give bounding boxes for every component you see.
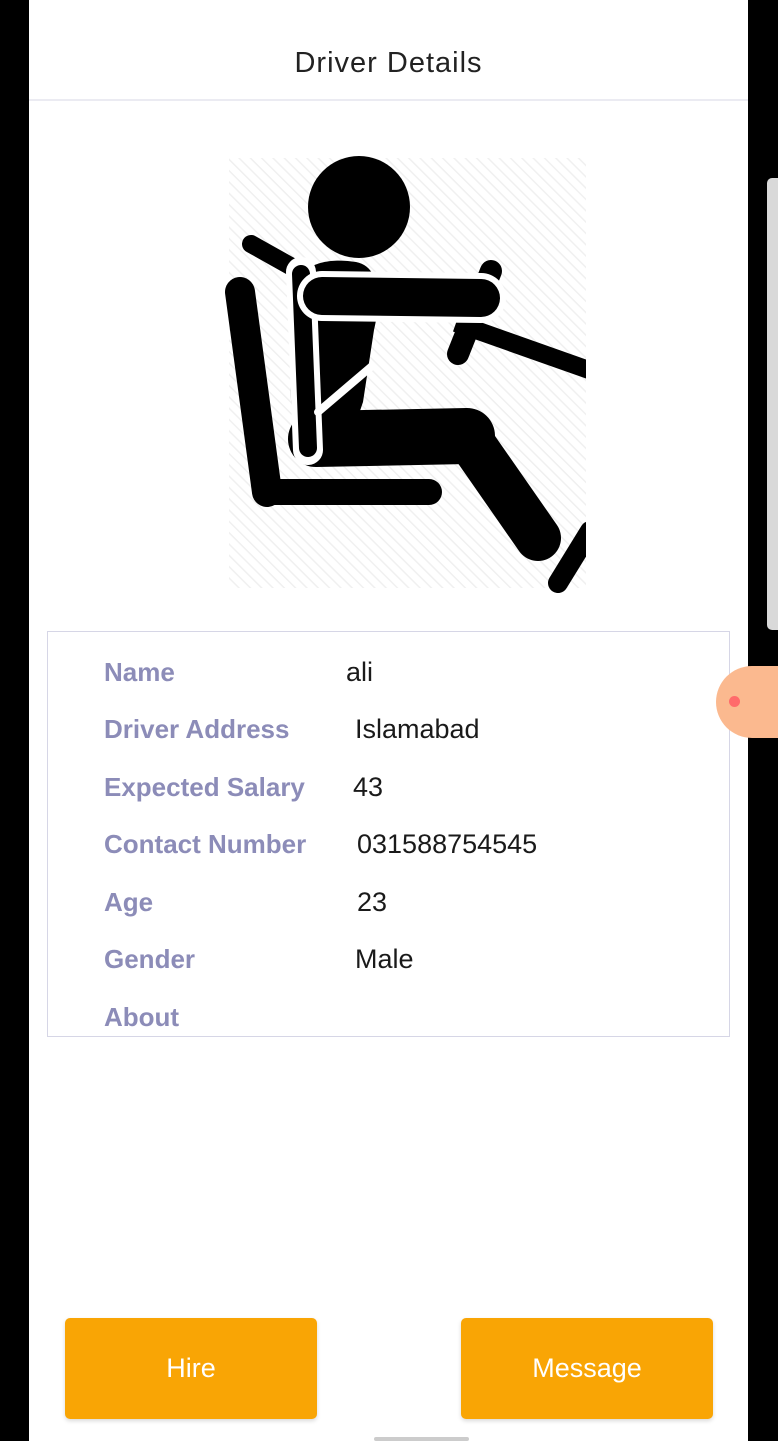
hire-button[interactable]: Hire (65, 1318, 317, 1419)
detail-value: 23 (357, 887, 388, 917)
detail-label: Age (104, 887, 154, 917)
detail-row-driver-address: Driver Address Islamabad (48, 714, 729, 750)
app-header: Driver Details (29, 0, 748, 101)
detail-row-name: Name ali (48, 657, 729, 693)
detail-row-contact-number: Contact Number 031588754545 (48, 829, 729, 865)
detail-label: Name (104, 657, 175, 687)
message-button[interactable]: Message (461, 1318, 713, 1419)
detail-label: Contact Number (104, 829, 307, 859)
detail-value: 031588754545 (357, 829, 538, 859)
home-indicator (374, 1437, 469, 1441)
detail-label: Gender (104, 944, 196, 974)
detail-value: Male (355, 944, 414, 974)
detail-label: About (104, 1002, 180, 1032)
detail-row-gender: Gender Male (48, 944, 729, 980)
driver-details-screen: Driver Details Name ali Driver Address I… (29, 0, 748, 1441)
detail-row-about: About (48, 1002, 729, 1038)
detail-row-expected-salary: Expected Salary 43 (48, 772, 729, 808)
detail-row-age: Age 23 (48, 887, 729, 923)
detail-value: Islamabad (355, 714, 480, 744)
driver-avatar (196, 150, 609, 600)
detail-label: Expected Salary (104, 772, 305, 802)
car-driver-seatbelt-icon (225, 156, 609, 593)
scrollbar[interactable] (767, 178, 778, 630)
detail-label: Driver Address (104, 714, 290, 744)
driver-details-card: Name ali Driver Address Islamabad Expect… (47, 631, 730, 1037)
notification-dot-icon (729, 696, 740, 707)
detail-value: 43 (353, 772, 384, 802)
detail-value: ali (346, 657, 374, 687)
floating-bubble-handle[interactable] (716, 666, 778, 738)
page-title: Driver Details (294, 47, 483, 79)
